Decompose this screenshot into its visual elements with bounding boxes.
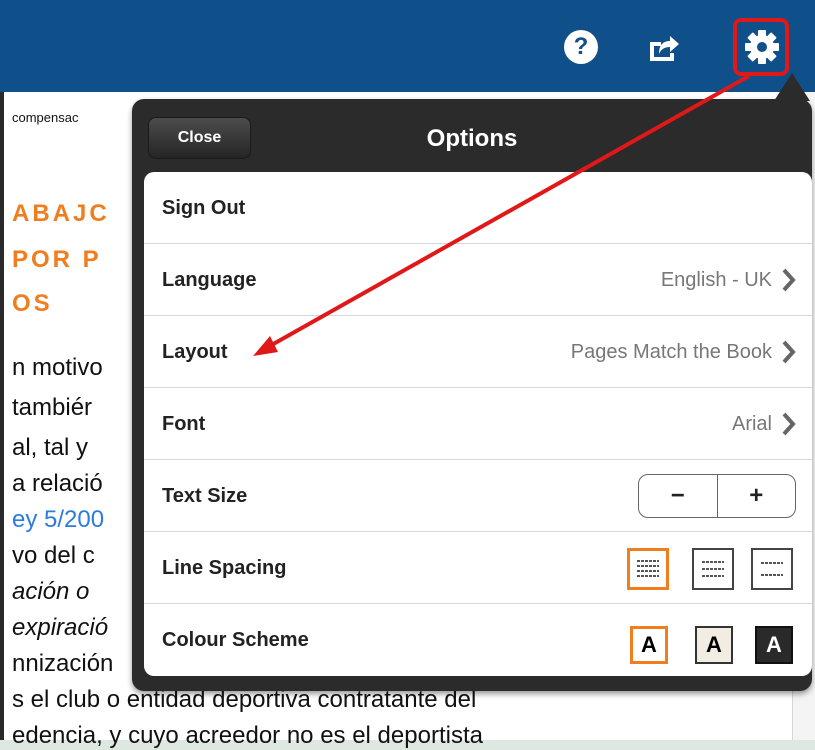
- text-size-row: Text Size − +: [144, 460, 812, 532]
- language-row[interactable]: Language English - UK: [144, 244, 812, 316]
- document-link[interactable]: ey 5/200: [12, 506, 104, 534]
- line-spacing-wide-button[interactable]: [751, 548, 793, 590]
- option-value: Pages Match the Book: [570, 341, 772, 363]
- document-line: nnización: [12, 650, 114, 677]
- chevron-right-icon: [782, 412, 796, 436]
- increase-text-size-button[interactable]: +: [718, 475, 796, 517]
- app-window: ? compensac ABAJC POR P OS n motivo tamb…: [0, 0, 815, 749]
- option-label: Line Spacing: [162, 557, 287, 579]
- options-list: Sign Out Language English - UK Layout Pa…: [144, 172, 812, 676]
- top-toolbar: ?: [0, 0, 815, 92]
- document-snippet: compensac: [12, 110, 79, 125]
- decrease-text-size-button[interactable]: −: [639, 475, 718, 517]
- help-icon: ?: [564, 30, 598, 64]
- line-spacing-normal-icon: [702, 561, 724, 577]
- document-line: al, tal y: [12, 434, 89, 461]
- option-label: Sign Out: [162, 197, 246, 219]
- option-label: Layout: [162, 341, 228, 363]
- document-line: n motivo: [12, 354, 103, 381]
- chevron-right-icon: [782, 340, 796, 364]
- option-label: Font: [162, 413, 206, 435]
- document-heading-line: ABAJC: [12, 200, 110, 227]
- colour-scheme-white-button[interactable]: A: [630, 626, 668, 664]
- options-title: Options: [426, 125, 518, 152]
- colour-scheme-row: Colour Scheme A A A: [144, 604, 812, 676]
- colour-scheme-dark-button[interactable]: A: [755, 626, 793, 664]
- layout-row[interactable]: Layout Pages Match the Book: [144, 316, 812, 388]
- document-line: a relació: [12, 470, 103, 497]
- option-label: Text Size: [162, 485, 248, 507]
- document-heading-line: OS: [12, 290, 53, 317]
- document-line: edencia, y cuyo acreedor no es el deport…: [12, 722, 483, 749]
- line-spacing-row: Line Spacing: [144, 532, 812, 604]
- option-value: Arial: [731, 413, 772, 435]
- sign-out-row[interactable]: Sign Out: [144, 172, 812, 244]
- line-spacing-tight-icon: [637, 560, 659, 577]
- option-label: Colour Scheme: [162, 629, 309, 651]
- share-button[interactable]: [640, 24, 686, 70]
- document-line: expiració: [12, 614, 109, 641]
- share-icon: [650, 36, 679, 61]
- font-row[interactable]: Font Arial: [144, 388, 812, 460]
- help-button[interactable]: ?: [558, 24, 604, 70]
- chevron-right-icon: [782, 268, 796, 292]
- settings-highlight-box: [733, 18, 789, 76]
- options-popover: Close Options Sign Out Language English …: [132, 73, 812, 691]
- document-line: tambiér: [12, 394, 93, 421]
- document-heading-line: POR P: [12, 246, 102, 273]
- option-label: Language: [162, 269, 257, 291]
- colour-scheme-sepia-button[interactable]: A: [695, 626, 733, 664]
- text-size-stepper[interactable]: − +: [638, 474, 796, 518]
- line-spacing-tight-button[interactable]: [627, 548, 669, 590]
- document-line: vo del c: [12, 542, 95, 569]
- line-spacing-wide-icon: [761, 562, 783, 576]
- option-value: English - UK: [660, 269, 772, 291]
- line-spacing-normal-button[interactable]: [692, 548, 734, 590]
- document-line: ación o: [12, 578, 90, 605]
